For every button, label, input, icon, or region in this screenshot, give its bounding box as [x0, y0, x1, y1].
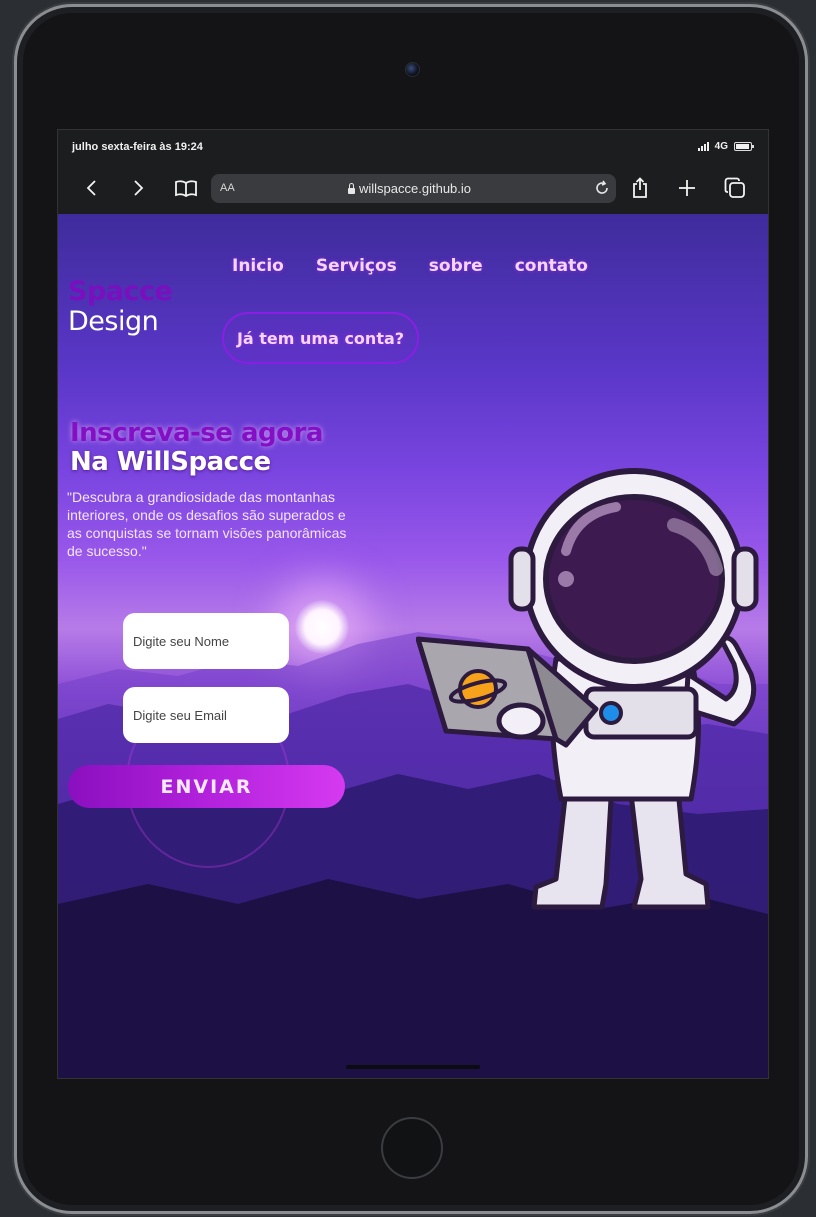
email-input[interactable]	[123, 687, 289, 743]
battery-icon	[734, 142, 754, 151]
address-bar[interactable]: AA willspacce.github.io	[211, 174, 616, 203]
new-tab-icon[interactable]	[673, 174, 701, 202]
reload-icon[interactable]	[594, 180, 610, 200]
home-button[interactable]	[381, 1117, 443, 1179]
bookmarks-icon[interactable]	[172, 174, 200, 202]
back-icon[interactable]	[78, 174, 106, 202]
logo-design[interactable]: Design	[68, 306, 159, 337]
tabs-icon[interactable]	[721, 174, 749, 202]
url-display: willspacce.github.io	[348, 181, 471, 196]
share-icon[interactable]	[626, 174, 654, 202]
lock-icon	[348, 182, 355, 194]
webpage: Spacce Design Inicio Serviços sobre cont…	[58, 214, 768, 1078]
text-size-button[interactable]: AA	[220, 182, 235, 194]
signal-icon	[697, 142, 709, 151]
headline-brand: Na WillSpacce	[70, 447, 271, 477]
submit-button[interactable]: ENVIAR	[68, 765, 345, 808]
nav-link-inicio[interactable]: Inicio	[232, 256, 284, 276]
front-camera	[405, 62, 420, 77]
logo-spacce[interactable]: Spacce	[68, 276, 173, 307]
url-text: willspacce.github.io	[359, 181, 472, 196]
home-indicator	[346, 1065, 480, 1069]
name-input[interactable]	[123, 613, 289, 669]
status-time: julho sexta-feira às 19:24	[72, 141, 203, 153]
login-button[interactable]: Já tem uma conta?	[222, 312, 419, 364]
main-nav: Inicio Serviços sobre contato	[232, 256, 588, 276]
forward-icon[interactable]	[124, 174, 152, 202]
network-label: 4G	[714, 141, 728, 152]
status-indicators: 4G	[697, 141, 754, 152]
nav-link-contato[interactable]: contato	[515, 256, 588, 276]
tablet-screen: julho sexta-feira às 19:24 4G AA willspa…	[57, 129, 769, 1079]
nav-link-servicos[interactable]: Serviços	[316, 256, 397, 276]
hero-description: "Descubra a grandiosidade das montanhas …	[67, 489, 347, 559]
headline-subscribe: Inscreva-se agora	[70, 418, 323, 448]
nav-link-sobre[interactable]: sobre	[429, 256, 483, 276]
browser-chrome: julho sexta-feira às 19:24 4G AA willspa…	[58, 130, 768, 214]
astronaut-illustration	[416, 468, 759, 910]
